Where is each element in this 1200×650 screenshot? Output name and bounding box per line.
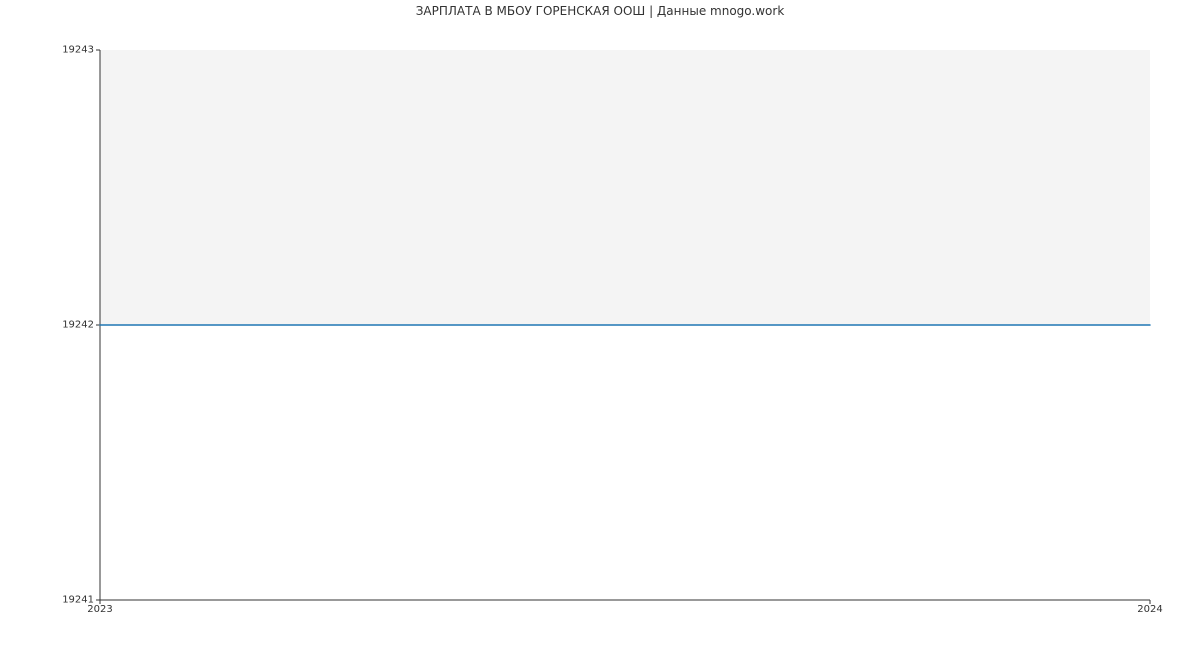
x-tick-label: 2024 [1137, 604, 1162, 615]
chart-container: ЗАРПЛАТА В МБОУ ГОРЕНСКАЯ ООШ | Данные m… [0, 0, 1200, 650]
chart-title: ЗАРПЛАТА В МБОУ ГОРЕНСКАЯ ООШ | Данные m… [0, 4, 1200, 18]
x-tick-label: 2023 [87, 604, 112, 615]
chart-svg [100, 50, 1150, 600]
y-tick-label: 19243 [62, 45, 94, 56]
y-tick-label: 19242 [62, 320, 94, 331]
plot-area [100, 50, 1150, 600]
